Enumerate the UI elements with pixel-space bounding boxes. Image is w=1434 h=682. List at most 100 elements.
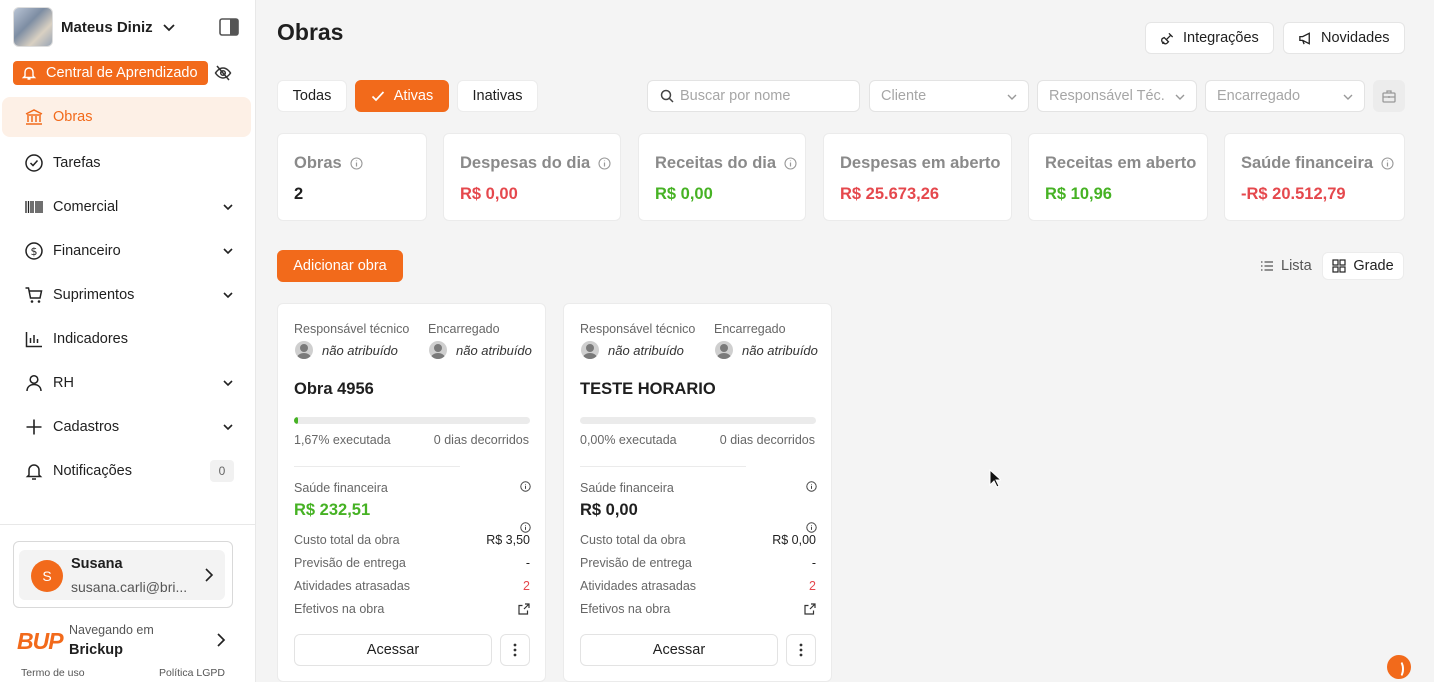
avatar: [295, 341, 313, 359]
company-name: Brickup: [69, 642, 123, 658]
chevron-down-icon: [1007, 94, 1017, 100]
health-value: R$ 232,51: [294, 501, 371, 519]
info-icon[interactable]: [806, 481, 817, 492]
access-button[interactable]: Acessar: [294, 634, 492, 666]
stat-card-receitas-aberto: Receitas em aberto R$ 10,96: [1028, 133, 1208, 221]
info-icon[interactable]: [1381, 157, 1394, 170]
total-cost-value: R$ 0,00: [772, 533, 816, 547]
megaphone-icon: [1299, 31, 1310, 45]
info-icon[interactable]: [806, 522, 817, 533]
search-field[interactable]: [647, 80, 860, 112]
sidebar-item-label: Indicadores: [53, 331, 128, 347]
more-vertical-icon: [513, 643, 517, 657]
tab-inativas[interactable]: Inativas: [457, 80, 538, 112]
sidebar: Mateus Diniz Central de Aprendizado Obra…: [0, 0, 256, 682]
eye-off-icon[interactable]: [214, 64, 232, 82]
tab-ativas[interactable]: Ativas: [355, 80, 449, 112]
terms-link[interactable]: Termo de uso: [21, 667, 85, 679]
obra-card: Responsável técnico Encarregado não atri…: [563, 303, 832, 682]
view-list-label: Lista: [1281, 258, 1312, 274]
user-switcher[interactable]: Mateus Diniz: [13, 7, 177, 47]
late-row: Atividades atrasadas 2: [294, 579, 530, 593]
delivery-value: -: [525, 556, 530, 570]
user-name: Mateus Diniz: [61, 18, 153, 36]
sidebar-item-financeiro[interactable]: $ Financeiro: [0, 229, 256, 273]
health-label: Saúde financeira: [580, 481, 674, 495]
search-icon: [660, 89, 674, 103]
check-circle-icon: [24, 153, 44, 173]
stat-value: R$ 0,00: [460, 185, 518, 203]
more-options-button[interactable]: [786, 634, 816, 666]
view-list-button[interactable]: Lista: [1260, 252, 1312, 280]
tech-person-name: não atribuído: [608, 342, 684, 358]
company-switcher[interactable]: BUP Navegando em Brickup: [17, 620, 237, 664]
foreman-select[interactable]: Encarregado: [1205, 80, 1365, 112]
account-card[interactable]: S Susana susana.carli@bri...: [13, 541, 233, 608]
obra-title[interactable]: Obra 4956: [294, 380, 374, 399]
staff-label: Efetivos na obra: [580, 602, 671, 616]
days-elapsed: 0 dias decorridos: [433, 433, 529, 447]
sidebar-item-obras[interactable]: Obras: [2, 97, 251, 137]
integrations-button[interactable]: Integrações: [1145, 22, 1274, 54]
client-select-value: Cliente: [881, 88, 927, 104]
tech-responsible-select[interactable]: Responsável Téc.: [1037, 80, 1197, 112]
clear-filters-button[interactable]: [1373, 80, 1405, 112]
news-button[interactable]: Novidades: [1283, 22, 1405, 54]
days-elapsed: 0 dias decorridos: [719, 433, 815, 447]
cart-icon: [24, 285, 44, 305]
delivery-value: -: [811, 556, 816, 570]
client-select[interactable]: Cliente: [869, 80, 1029, 112]
sidebar-item-indicadores[interactable]: Indicadores: [0, 317, 256, 361]
learning-center-button[interactable]: Central de Aprendizado: [13, 61, 208, 85]
chevron-down-icon: [223, 248, 233, 255]
delivery-row: Previsão de entrega -: [294, 556, 530, 570]
sidebar-item-label: Suprimentos: [53, 287, 135, 303]
info-icon[interactable]: [784, 157, 797, 170]
access-button[interactable]: Acessar: [580, 634, 778, 666]
sidebar-item-label: Tarefas: [53, 155, 101, 171]
privacy-link[interactable]: Política LGPD: [159, 667, 225, 679]
notification-count-badge: 0: [210, 460, 234, 482]
external-link-icon[interactable]: [518, 603, 530, 615]
tab-todas[interactable]: Todas: [277, 80, 347, 112]
progress-text: 1,67% executada: [294, 433, 391, 447]
stat-label-text: Receitas em aberto: [1045, 154, 1197, 172]
chevron-down-icon: [1343, 94, 1353, 100]
stat-card-saude: Saúde financeira -R$ 20.512,79: [1224, 133, 1405, 221]
progress-bar: [294, 417, 530, 424]
info-icon[interactable]: [598, 157, 611, 170]
info-icon[interactable]: [520, 481, 531, 492]
sidebar-item-label: Cadastros: [53, 419, 120, 435]
more-options-button[interactable]: [500, 634, 530, 666]
foreman-person-name: não atribuído: [456, 342, 532, 358]
info-icon[interactable]: [350, 157, 363, 170]
late-value[interactable]: 2: [809, 579, 816, 593]
staff-label: Efetivos na obra: [294, 602, 385, 616]
stat-label: Despesas do dia: [460, 154, 611, 173]
svg-text:$: $: [31, 245, 38, 258]
sidebar-item-comercial[interactable]: Comercial: [0, 185, 256, 229]
sidebar-item-rh[interactable]: RH: [0, 361, 256, 405]
info-icon[interactable]: [520, 522, 531, 533]
sidebar-item-cadastros[interactable]: Cadastros: [0, 405, 256, 449]
delivery-label: Previsão de entrega: [294, 556, 406, 570]
bar-chart-icon: [24, 329, 44, 349]
avatar: [429, 341, 447, 359]
tab-label: Ativas: [393, 88, 434, 104]
integrations-label: Integrações: [1183, 30, 1259, 46]
sidebar-toggle-icon[interactable]: [219, 18, 239, 36]
sidebar-item-suprimentos[interactable]: Suprimentos: [0, 273, 256, 317]
sidebar-item-tarefas[interactable]: Tarefas: [0, 141, 256, 185]
obra-title[interactable]: TESTE HORARIO: [580, 380, 716, 399]
add-obra-button[interactable]: Adicionar obra: [277, 250, 403, 282]
external-link-icon[interactable]: [804, 603, 816, 615]
search-input[interactable]: [680, 88, 850, 104]
sidebar-item-notificacoes[interactable]: Notificações 0: [0, 449, 256, 493]
stat-value: R$ 25.673,26: [840, 185, 940, 203]
staff-row: Efetivos na obra: [294, 602, 530, 616]
chat-launcher-button[interactable]: [1387, 655, 1411, 679]
late-value[interactable]: 2: [523, 579, 530, 593]
view-grid-button[interactable]: Grade: [1322, 252, 1404, 280]
barcode-icon: [24, 197, 44, 217]
stat-label: Obras: [294, 154, 363, 173]
